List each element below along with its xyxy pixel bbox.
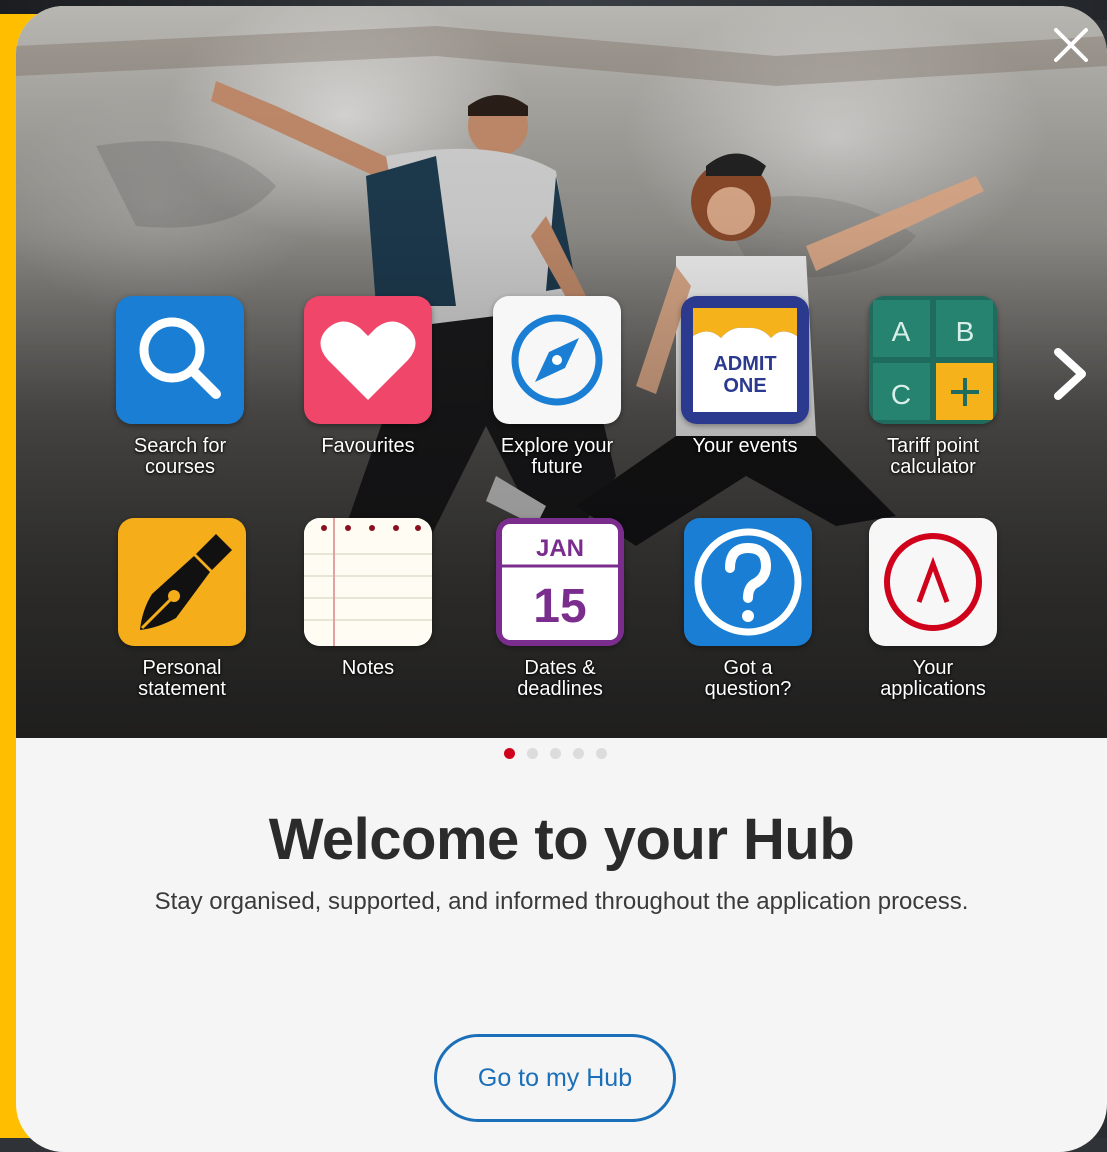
- hub-tile-notes[interactable]: Notes: [268, 518, 468, 728]
- calculator-icon: A B C: [869, 296, 997, 424]
- hub-tile-got-a-question[interactable]: Got a question?: [648, 518, 848, 728]
- carousel-dot-3[interactable]: [550, 748, 561, 759]
- carousel-pagination: [500, 748, 620, 762]
- hub-tile-label: Search for courses: [133, 435, 227, 478]
- search-icon: [116, 296, 244, 424]
- close-icon: [1054, 28, 1088, 62]
- hub-tile-label: Got a question?: [704, 657, 792, 700]
- hub-tile-search-courses[interactable]: Search for courses: [80, 296, 280, 506]
- ucas-logo-icon: [869, 518, 997, 646]
- go-to-hub-button[interactable]: Go to my Hub: [434, 1034, 676, 1122]
- hub-tile-label: Explore your future: [500, 435, 614, 478]
- hub-tile-label: Favourites: [321, 435, 415, 457]
- carousel-dot-4[interactable]: [573, 748, 584, 759]
- welcome-title: Welcome to your Hub: [268, 807, 855, 872]
- hero-photo: Search for courses Favourites Explore yo…: [16, 6, 1107, 738]
- fountain-pen-icon: [118, 518, 246, 646]
- welcome-subtitle: Stay organised, supported, and informed …: [154, 888, 969, 915]
- chevron-right-icon: [1054, 348, 1086, 400]
- carousel-dot-1[interactable]: [504, 748, 515, 759]
- hub-tile-label: Dates & deadlines: [517, 657, 603, 700]
- close-button[interactable]: [1050, 24, 1092, 66]
- calc-key-c: C: [891, 379, 911, 410]
- calendar-day: 15: [533, 580, 586, 633]
- hub-tile-favourites[interactable]: Favourites: [268, 296, 468, 506]
- ticket-text-line-1: ADMIT: [713, 353, 776, 375]
- heart-icon: [304, 296, 432, 424]
- notepad-icon: [304, 518, 432, 646]
- calendar-month: JAN: [536, 535, 584, 562]
- carousel-dot-5[interactable]: [596, 748, 607, 759]
- hub-tile-label: Your applications: [880, 657, 986, 700]
- calendar-icon: JAN 15: [496, 518, 624, 646]
- hub-tile-personal-statement[interactable]: Personal statement: [82, 518, 282, 728]
- calc-key-b: B: [956, 316, 975, 347]
- hub-tile-your-events[interactable]: ADMIT ONE Your events: [645, 296, 845, 506]
- hub-tile-explore-future[interactable]: Explore your future: [457, 296, 657, 506]
- hub-tile-label: Personal statement: [138, 657, 226, 700]
- hub-tile-your-applications[interactable]: Your applications: [833, 518, 1033, 728]
- carousel-dot-2[interactable]: [527, 748, 538, 759]
- welcome-modal: Search for courses Favourites Explore yo…: [16, 6, 1107, 1152]
- compass-icon: [493, 296, 621, 424]
- hub-tile-dates-deadlines[interactable]: JAN 15 Dates & deadlines: [460, 518, 660, 728]
- carousel-next-button[interactable]: [1048, 344, 1092, 404]
- calc-key-a: A: [892, 316, 911, 347]
- hub-tile-tariff-calculator[interactable]: A B C Tariff point calculator: [833, 296, 1033, 506]
- question-icon: [684, 518, 812, 646]
- ticket-text-line-2: ONE: [723, 375, 766, 397]
- ticket-icon: ADMIT ONE: [681, 296, 809, 424]
- hub-tile-label: Tariff point calculator: [887, 435, 979, 478]
- hub-tile-label: Notes: [341, 657, 395, 679]
- hub-tile-label: Your events: [692, 435, 798, 457]
